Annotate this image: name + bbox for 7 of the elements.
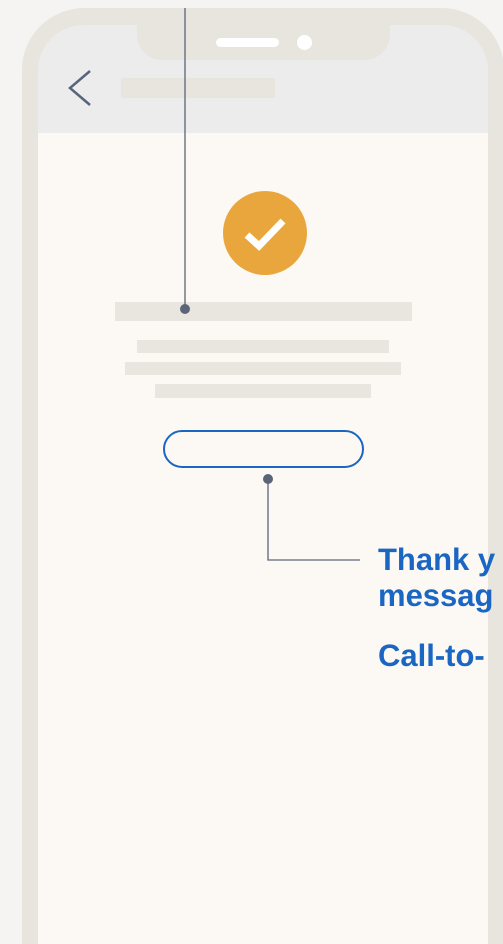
annotation-text: messag — [378, 578, 494, 614]
speaker-icon — [216, 38, 279, 47]
annotation-text: Call-to- — [378, 638, 485, 674]
check-icon — [223, 191, 307, 275]
annotation-text: Thank y — [378, 542, 496, 578]
back-icon[interactable] — [68, 70, 92, 106]
button[interactable] — [162, 430, 364, 468]
